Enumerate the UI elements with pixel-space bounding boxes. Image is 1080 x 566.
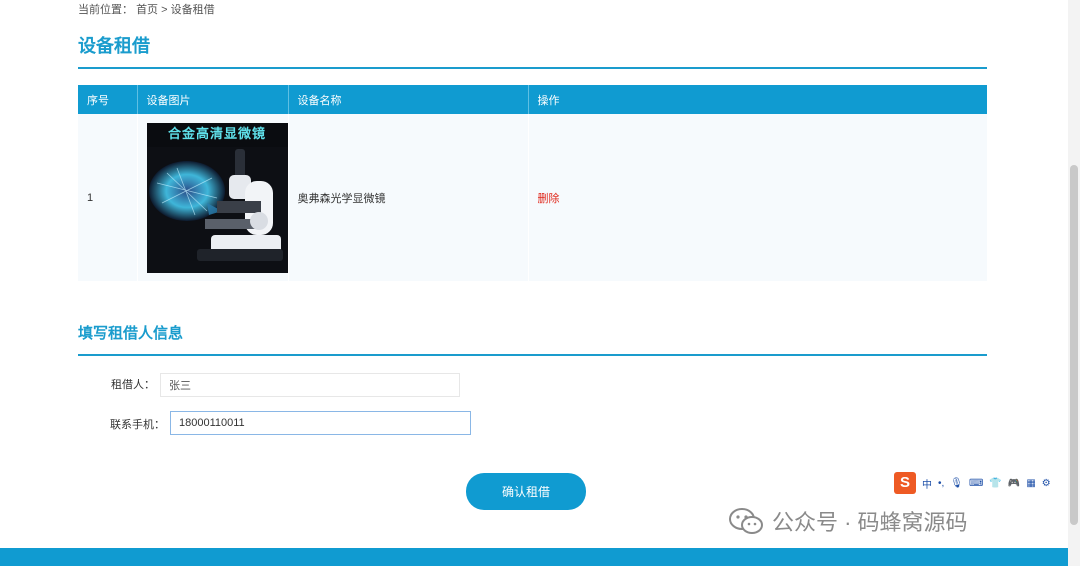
table-header-row: 序号 设备图片 设备名称 操作: [78, 85, 987, 114]
table-row: 1 合金高清显微镜 奥弗森光学显微镜 删除: [78, 114, 987, 281]
ime-mode-toggle[interactable]: 中: [922, 476, 932, 491]
breadcrumb-current: 设备租借: [170, 4, 215, 16]
product-image-caption: 合金高清显微镜: [146, 122, 288, 147]
renter-name-label: 租借人：: [111, 379, 155, 391]
skin-shirt-icon[interactable]: 👕: [989, 478, 1001, 489]
delete-link[interactable]: 删除: [538, 193, 560, 205]
row-image-cell: 合金高清显微镜: [137, 114, 289, 281]
microphone-icon[interactable]: 🎙: [950, 478, 963, 489]
breadcrumb: 当前位置： 首页 > 设备租借: [78, 1, 215, 17]
keyboard-icon[interactable]: ⌨: [969, 478, 983, 489]
header-name: 设备名称: [288, 85, 529, 114]
row-index: 1: [78, 114, 138, 281]
header-action: 操作: [528, 85, 987, 114]
punctuation-icon[interactable]: •,: [938, 478, 944, 489]
confirm-rent-button[interactable]: 确认租借: [466, 473, 586, 510]
section-divider: [78, 354, 987, 356]
renter-phone-label: 联系手机：: [110, 419, 165, 431]
footer-bar: [0, 548, 1068, 566]
product-image: 合金高清显微镜: [146, 122, 288, 273]
apps-grid-icon[interactable]: ▦: [1026, 478, 1035, 489]
header-index: 序号: [78, 85, 138, 114]
breadcrumb-prefix: 当前位置：: [78, 4, 133, 16]
row-action-cell: 删除: [528, 114, 987, 281]
breadcrumb-separator: >: [161, 4, 168, 16]
vertical-scrollbar[interactable]: [1068, 0, 1080, 566]
renter-section-title: 填写租借人信息: [78, 325, 184, 342]
renter-name-input[interactable]: [160, 373, 460, 397]
rental-items-table: 序号 设备图片 设备名称 操作 1 合金高清显微镜 奥弗森光学显微镜 删除: [78, 85, 987, 281]
ime-toolbar: S 中 •, 🎙 ⌨ 👕 🎮 ▦ ⚙: [894, 472, 1064, 494]
wechat-icon: [729, 508, 763, 534]
title-divider: [78, 67, 987, 69]
watermark-text: 公众号 · 码蜂窝源码: [772, 510, 968, 535]
settings-gear-icon[interactable]: ⚙: [1042, 478, 1051, 489]
watermark: 公众号 · 码蜂窝源码: [728, 505, 968, 537]
row-equipment-name: 奥弗森光学显微镜: [288, 114, 529, 281]
renter-phone-input[interactable]: [170, 411, 471, 435]
header-image: 设备图片: [137, 85, 289, 114]
page-title: 设备租借: [78, 36, 150, 56]
scrollbar-thumb[interactable]: [1070, 165, 1078, 525]
sogou-logo-icon[interactable]: S: [894, 472, 916, 494]
gamepad-icon[interactable]: 🎮: [1008, 478, 1020, 489]
breadcrumb-home-link[interactable]: 首页: [136, 4, 158, 16]
